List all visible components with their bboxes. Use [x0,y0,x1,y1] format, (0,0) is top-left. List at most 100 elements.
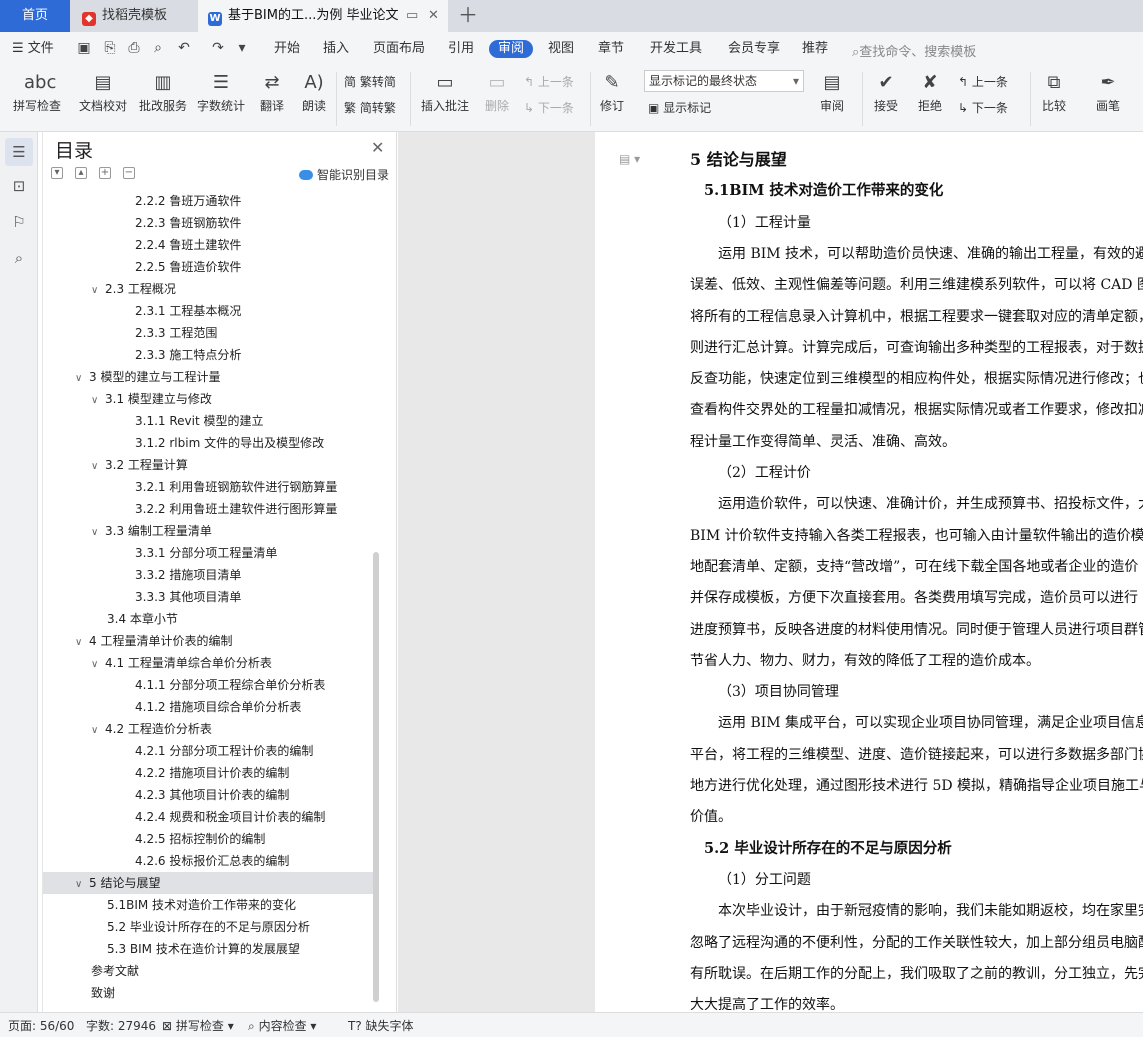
toc-item[interactable]: 2.2.2 鲁班万通软件 [43,190,373,212]
menu-member[interactable]: 会员专享 [728,41,780,57]
accept-button[interactable]: ✔ 接受 [868,70,904,113]
toc-item[interactable]: 3.2.2 利用鲁班土建软件进行图形算量 [43,498,373,520]
toc-item[interactable]: 4.2.3 其他项目计价表的编制 [43,784,373,806]
toc-item[interactable]: 5.3 BIM 技术在造价计算的发展展望 [43,938,373,960]
page-layout-icon[interactable]: ▤ ▾ [619,152,640,166]
prev-change-button[interactable]: ↰ 上一条 [958,74,1008,90]
menu-recommend[interactable]: 推荐 [802,41,828,57]
toc-panel-icon[interactable]: ☰ [5,138,33,166]
redo-icon[interactable]: ↷ [210,40,226,56]
close-icon[interactable]: ✕ [371,138,384,157]
toc-item[interactable]: ∨ 4.1 工程量清单综合单价分析表 [43,652,373,674]
file-menu[interactable]: ☰ 文件 [12,41,54,57]
toc-item[interactable]: ∨ 4.2 工程造价分析表 [43,718,373,740]
show-markup-button[interactable]: ▣ 显示标记 [648,100,711,116]
toc-item[interactable]: 2.2.3 鲁班钢筋软件 [43,212,373,234]
toc-scrollbar[interactable] [373,552,379,1002]
chevron-down-icon[interactable]: ∨ [75,874,89,896]
menu-chapter[interactable]: 章节 [598,41,624,57]
toc-item[interactable]: 3.3.2 措施项目清单 [43,564,373,586]
spell-check-button[interactable]: abc 拼写检查 [8,70,66,113]
export-icon[interactable]: ⎘ [102,40,118,56]
missing-font-status[interactable]: T? 缺失字体 [348,1018,414,1034]
toc-item[interactable]: 2.2.5 鲁班造价软件 [43,256,373,278]
print-icon[interactable]: ⎙ [126,40,142,56]
toc-item[interactable]: ∨ 3 模型的建立与工程计量 [43,366,373,388]
word-count-button[interactable]: ☰ 字数统计 [194,70,248,113]
insert-comment-button[interactable]: ▭ 插入批注 [418,70,472,113]
toc-item[interactable]: 5.2 毕业设计所存在的不足与原因分析 [43,916,373,938]
chevron-down-icon[interactable]: ∨ [91,280,105,302]
menu-review[interactable]: 审阅 [489,40,534,58]
next-comment-button[interactable]: ↳ 下一条 [524,100,574,116]
smart-toc-button[interactable]: 智能识别目录 [299,166,389,183]
save-icon[interactable]: ▣ [76,40,92,56]
toc-item[interactable]: 4.2.2 措施项目计价表的编制 [43,762,373,784]
toc-item[interactable]: 4.1.2 措施项目综合单价分析表 [43,696,373,718]
toc-item[interactable]: 4.2.4 规费和税金项目计价表的编制 [43,806,373,828]
read-aloud-button[interactable]: A) 朗读 [298,70,330,113]
toc-item[interactable]: ∨ 3.2 工程量计算 [43,454,373,476]
pen-button[interactable]: ✒ 画笔 [1090,70,1126,113]
simp-to-trad-button[interactable]: 繁 简转繁 [344,100,396,116]
toc-item[interactable]: 3.4 本章小节 [43,608,373,630]
markup-state-select[interactable]: 显示标记的最终状态 ▾ [644,70,804,92]
toc-item[interactable]: ∨ 4 工程量清单计价表的编制 [43,630,373,652]
compare-button[interactable]: ⧉ 比较 [1036,70,1072,113]
remove-item-icon[interactable]: − [123,167,135,179]
menu-start[interactable]: 开始 [274,41,300,57]
content-check-status[interactable]: ⌕ 内容检查 ▾ [248,1018,316,1034]
toc-item[interactable]: ∨ 3.3 编制工程量清单 [43,520,373,542]
more-icon[interactable]: ▾ [234,40,250,56]
toc-item[interactable]: 致谢 [43,982,373,1004]
document-page[interactable]: ▤ ▾ 5 结论与展望 5.1BIM 技术对造价工作带来的变化 （1）工程计量 运用 … [595,132,1143,1013]
toc-item[interactable]: 4.2.6 投标报价汇总表的编制 [43,850,373,872]
trad-to-simp-button[interactable]: 简 繁转简 [344,74,396,90]
toc-item[interactable]: 2.3.3 工程范围 [43,322,373,344]
menu-references[interactable]: 引用 [448,41,474,57]
menu-insert[interactable]: 插入 [323,41,349,57]
chevron-down-icon[interactable]: ∨ [91,654,105,676]
chevron-down-icon[interactable]: ∨ [91,456,105,478]
toc-item[interactable]: 4.2.1 分部分项工程计价表的编制 [43,740,373,762]
menu-layout[interactable]: 页面布局 [373,41,425,57]
close-tab-icon[interactable]: ✕ [428,8,439,24]
toc-item[interactable]: 参考文献 [43,960,373,982]
toc-item[interactable]: 3.3.3 其他项目清单 [43,586,373,608]
new-tab-icon[interactable]: ＋ [458,4,478,26]
translate-button[interactable]: ⇄ 翻译 [254,70,290,113]
toc-item[interactable]: 2.2.4 鲁班土建软件 [43,234,373,256]
toc-item[interactable]: 2.3.1 工程基本概况 [43,300,373,322]
print-preview-icon[interactable]: ⌕ [150,40,166,56]
toc-item[interactable]: 5.1BIM 技术对造价工作带来的变化 [43,894,373,916]
toc-item[interactable]: 2.3.3 施工特点分析 [43,344,373,366]
reject-button[interactable]: ✘ 拒绝 [912,70,948,113]
chevron-down-icon[interactable]: ∨ [75,632,89,654]
batch-service-button[interactable]: ▥ 批改服务 [136,70,190,113]
search-panel-icon[interactable]: ⌕ [9,248,29,268]
toc-item[interactable]: 3.1.2 rlbim 文件的导出及模型修改 [43,432,373,454]
word-count-indicator[interactable]: 字数: 27946 [86,1018,156,1034]
tab-document[interactable]: W 基于BIM的工...为例 毕业论文 ▭ ✕ [198,0,448,32]
track-changes-button[interactable]: ✎ 修订 [596,70,628,113]
prev-comment-button[interactable]: ↰ 上一条 [524,74,574,90]
toc-item[interactable]: ∨ 3.1 模型建立与修改 [43,388,373,410]
expand-all-icon[interactable]: ▾ [51,167,63,179]
toc-item[interactable]: 4.1.1 分部分项工程综合单价分析表 [43,674,373,696]
next-change-button[interactable]: ↳ 下一条 [958,100,1008,116]
toc-item[interactable]: ∨ 2.3 工程概况 [43,278,373,300]
chevron-down-icon[interactable]: ∨ [91,390,105,412]
nav-panel-icon[interactable]: ⊡ [9,176,29,196]
page-indicator[interactable]: 页面: 56/60 [8,1018,74,1034]
toc-item[interactable]: 4.2.5 招标控制价的编制 [43,828,373,850]
minimize-tab-icon[interactable]: ▭ [406,8,418,24]
tab-home[interactable]: 首页 [0,0,70,32]
tab-templates[interactable]: ◆ 找稻壳模板 [70,0,198,32]
collapse-all-icon[interactable]: ▴ [75,167,87,179]
toc-item[interactable]: ∨ 5 结论与展望 [43,872,373,894]
chevron-down-icon[interactable]: ∨ [91,720,105,742]
add-item-icon[interactable]: + [99,167,111,179]
menu-view[interactable]: 视图 [548,41,574,57]
toc-item[interactable]: 3.2.1 利用鲁班钢筋软件进行钢筋算量 [43,476,373,498]
undo-icon[interactable]: ↶ [176,40,192,56]
